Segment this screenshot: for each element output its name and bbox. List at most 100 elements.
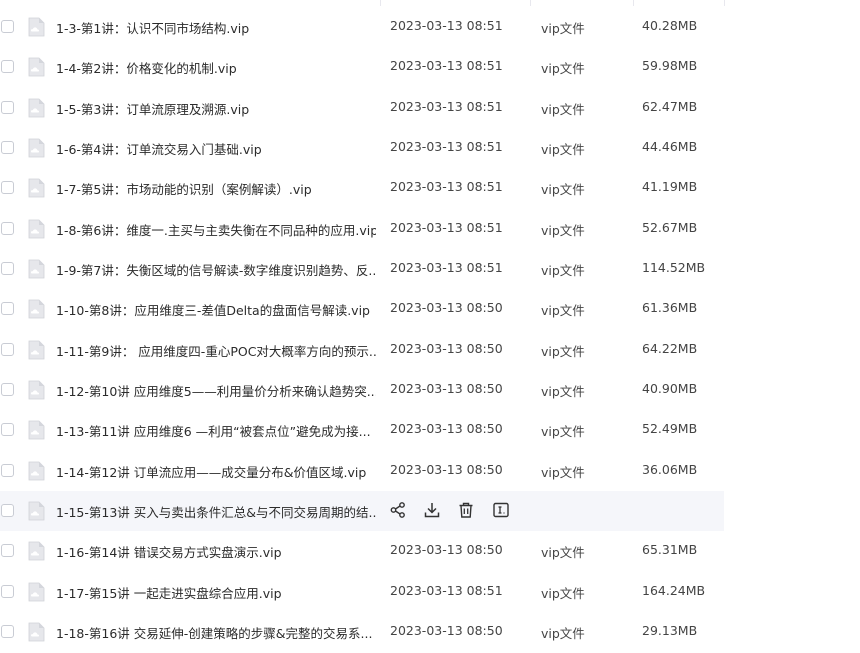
file-row[interactable]: 1-8-第6讲：维度一.主买与主卖失衡在不同品种的应用.vip 2023-03-…: [0, 209, 724, 249]
file-size: 61.36MB: [642, 300, 698, 316]
row-checkbox[interactable]: [1, 262, 14, 276]
file-type: vip文件: [541, 464, 585, 480]
column-separator: [530, 0, 531, 6]
file-row[interactable]: 1-4-第2讲：价格变化的机制.vip 2023-03-13 08:51 vip…: [0, 47, 724, 87]
file-row[interactable]: 1-12-第10讲 应用维度5——利用量价分析来确认趋势突... 2023-03…: [0, 370, 724, 410]
file-size: 164.24MB: [642, 582, 706, 598]
delete-icon[interactable]: [457, 501, 477, 521]
file-size: 44.46MB: [642, 139, 698, 155]
file-name[interactable]: 1-15-第13讲 买入与卖出条件汇总&与不同交易周期的结...: [56, 502, 376, 521]
file-type: vip文件: [541, 384, 585, 400]
file-modified-date: 2023-03-13 08:51: [390, 58, 503, 74]
file-icon: [27, 380, 45, 400]
row-checkbox[interactable]: [1, 100, 14, 114]
file-icon: [27, 461, 45, 481]
file-type: vip文件: [541, 424, 585, 440]
file-icon: [27, 219, 45, 239]
file-icon: [27, 138, 45, 158]
file-name[interactable]: 1-7-第5讲：市场动能的识别（案例解读）.vip: [56, 179, 376, 198]
file-row[interactable]: 1-7-第5讲：市场动能的识别（案例解读）.vip 2023-03-13 08:…: [0, 168, 724, 208]
file-modified-date: 2023-03-13 08:50: [390, 461, 503, 477]
file-size: 62.47MB: [642, 98, 698, 114]
row-checkbox[interactable]: [1, 423, 14, 437]
download-icon[interactable]: [423, 501, 443, 521]
file-row[interactable]: 1-17-第15讲 一起走进实盘综合应用.vip 2023-03-13 08:5…: [0, 572, 724, 612]
file-size: 114.52MB: [642, 260, 706, 276]
file-name[interactable]: 1-12-第10讲 应用维度5——利用量价分析来确认趋势突...: [56, 381, 376, 400]
row-checkbox[interactable]: [1, 221, 14, 235]
file-size: 36.06MB: [642, 461, 698, 477]
file-type: vip文件: [541, 21, 585, 36]
row-checkbox[interactable]: [1, 181, 14, 195]
file-icon: [27, 98, 45, 118]
file-size: 40.90MB: [642, 381, 698, 397]
file-modified-date: 2023-03-13 08:51: [390, 260, 503, 276]
file-modified-date: 2023-03-13 08:50: [390, 300, 503, 316]
row-checkbox[interactable]: [1, 383, 14, 397]
file-icon: [27, 541, 45, 561]
row-checkbox[interactable]: [1, 584, 14, 598]
file-name[interactable]: 1-4-第2讲：价格变化的机制.vip: [56, 58, 376, 77]
file-type: vip文件: [541, 101, 585, 117]
file-name[interactable]: 1-5-第3讲：订单流原理及溯源.vip: [56, 99, 376, 118]
header-divider: [0, 0, 860, 6]
file-type: vip文件: [541, 182, 585, 198]
file-icon: [27, 57, 45, 77]
file-modified-date: 2023-03-13 08:51: [390, 139, 503, 155]
file-row[interactable]: 1-3-第1讲：认识不同市场结构.vip 2023-03-13 08:51 vi…: [0, 7, 724, 47]
file-name[interactable]: 1-10-第8讲：应用维度三-差值Delta的盘面信号解读.vip: [56, 300, 376, 319]
file-type: vip文件: [541, 61, 585, 77]
rename-icon[interactable]: [492, 501, 512, 521]
file-name[interactable]: 1-13-第11讲 应用维度6 —利用“被套点位”避免成为接...: [56, 421, 376, 440]
file-type: vip文件: [541, 303, 585, 319]
row-checkbox[interactable]: [1, 302, 14, 316]
file-name[interactable]: 1-8-第6讲：维度一.主买与主卖失衡在不同品种的应用.vip: [56, 220, 376, 239]
file-name[interactable]: 1-3-第1讲：认识不同市场结构.vip: [56, 18, 376, 37]
file-icon: [27, 259, 45, 279]
row-checkbox[interactable]: [1, 504, 14, 518]
row-checkbox[interactable]: [1, 20, 14, 33]
file-size: 65.31MB: [642, 542, 698, 558]
column-separator: [724, 0, 725, 6]
file-row[interactable]: 1-9-第7讲：失衡区域的信号解读-数字维度识别趋势、反... 2023-03-…: [0, 249, 724, 289]
file-modified-date: 2023-03-13 08:50: [390, 340, 503, 356]
file-name[interactable]: 1-16-第14讲 错误交易方式实盘演示.vip: [56, 542, 376, 561]
row-checkbox[interactable]: [1, 60, 14, 74]
file-row[interactable]: 1-5-第3讲：订单流原理及溯源.vip 2023-03-13 08:51 vi…: [0, 88, 724, 128]
file-size: 52.49MB: [642, 421, 698, 437]
row-checkbox[interactable]: [1, 625, 14, 639]
file-type: vip文件: [541, 222, 585, 238]
row-checkbox[interactable]: [1, 463, 14, 477]
file-list: 1-3-第1讲：认识不同市场结构.vip 2023-03-13 08:51 vi…: [0, 7, 860, 653]
file-size: 52.67MB: [642, 219, 698, 235]
file-row[interactable]: 1-18-第16讲 交易延伸-创建策略的步骤&完整的交易系... 2023-03…: [0, 612, 724, 652]
file-row[interactable]: 1-13-第11讲 应用维度6 —利用“被套点位”避免成为接... 2023-0…: [0, 410, 724, 450]
file-name[interactable]: 1-11-第9讲： 应用维度四-重心POC对大概率方向的预示....: [56, 341, 376, 360]
file-row[interactable]: 1-11-第9讲： 应用维度四-重心POC对大概率方向的预示.... 2023-…: [0, 330, 724, 370]
file-icon: [27, 17, 45, 37]
file-row[interactable]: 1-10-第8讲：应用维度三-差值Delta的盘面信号解读.vip 2023-0…: [0, 289, 724, 329]
file-size: 64.22MB: [642, 340, 698, 356]
file-icon: [27, 178, 45, 198]
file-icon: [27, 582, 45, 602]
file-type: vip文件: [541, 626, 585, 642]
file-row[interactable]: 1-15-第13讲 买入与卖出条件汇总&与不同交易周期的结...: [0, 491, 724, 532]
file-name[interactable]: 1-6-第4讲：订单流交易入门基础.vip: [56, 139, 376, 158]
file-row[interactable]: 1-16-第14讲 错误交易方式实盘演示.vip 2023-03-13 08:5…: [0, 531, 724, 571]
file-row[interactable]: 1-6-第4讲：订单流交易入门基础.vip 2023-03-13 08:51 v…: [0, 128, 724, 168]
file-modified-date: 2023-03-13 08:50: [390, 542, 503, 558]
file-modified-date: 2023-03-13 08:51: [390, 582, 503, 598]
file-icon: [27, 622, 45, 642]
file-name[interactable]: 1-14-第12讲 订单流应用——成交量分布&价值区域.vip: [56, 462, 376, 481]
file-row[interactable]: 1-14-第12讲 订单流应用——成交量分布&价值区域.vip 2023-03-…: [0, 451, 724, 491]
file-name[interactable]: 1-9-第7讲：失衡区域的信号解读-数字维度识别趋势、反...: [56, 260, 376, 279]
file-icon: [27, 420, 45, 440]
row-checkbox[interactable]: [1, 141, 14, 155]
file-name[interactable]: 1-18-第16讲 交易延伸-创建策略的步骤&完整的交易系...: [56, 623, 376, 642]
row-checkbox[interactable]: [1, 544, 14, 558]
row-checkbox[interactable]: [1, 342, 14, 356]
column-separator: [633, 0, 634, 6]
share-icon[interactable]: [389, 501, 409, 521]
file-name[interactable]: 1-17-第15讲 一起走进实盘综合应用.vip: [56, 583, 376, 602]
file-type: vip文件: [541, 545, 585, 561]
